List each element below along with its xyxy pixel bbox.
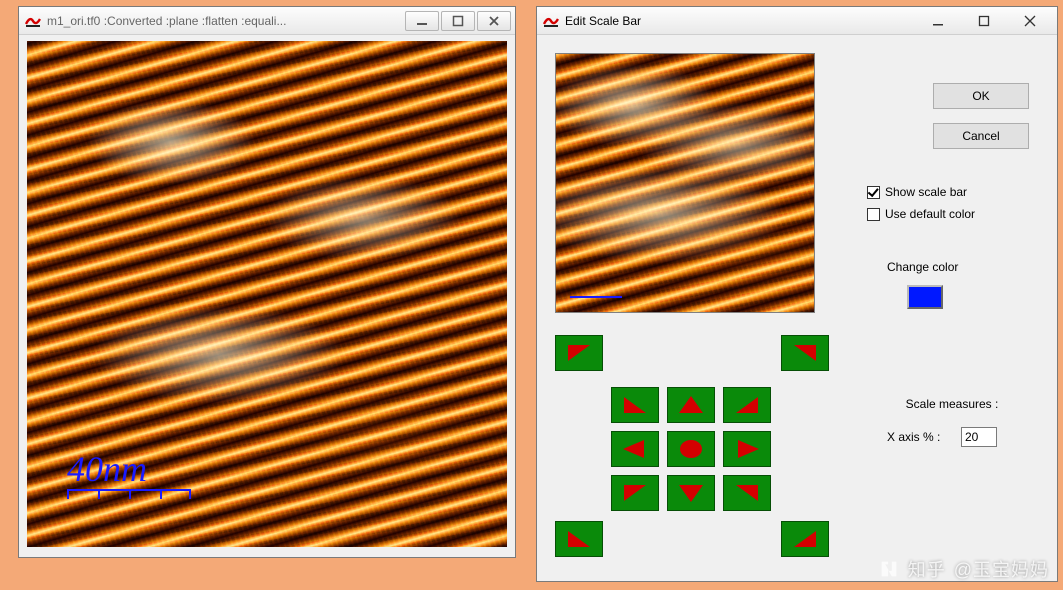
dialog-minimize-button[interactable] bbox=[915, 7, 961, 35]
nudge-down-button[interactable] bbox=[667, 475, 715, 511]
close-button[interactable] bbox=[477, 11, 511, 31]
preview-image bbox=[555, 53, 815, 313]
cancel-button[interactable]: Cancel bbox=[933, 123, 1029, 149]
ok-button[interactable]: OK bbox=[933, 83, 1029, 109]
show-scale-bar-label: Show scale bar bbox=[885, 185, 967, 199]
nudge-up-right-button[interactable] bbox=[723, 387, 771, 423]
scale-bar: 40nm bbox=[67, 451, 191, 501]
image-window: m1_ori.tf0 :Converted :plane :flatten :e… bbox=[18, 6, 516, 558]
scale-bar-label: 40nm bbox=[67, 451, 191, 487]
use-default-color-label: Use default color bbox=[885, 207, 975, 221]
nudge-left-button[interactable] bbox=[611, 431, 659, 467]
change-color-label: Change color bbox=[887, 260, 958, 274]
window-buttons bbox=[405, 11, 511, 31]
scale-measures-label: Scale measures : bbox=[867, 397, 1037, 411]
dialog-close-button[interactable] bbox=[1007, 7, 1053, 35]
watermark: 知乎 @玉宝妈妈 bbox=[878, 556, 1049, 582]
app-icon bbox=[25, 13, 41, 29]
position-pad bbox=[555, 335, 827, 567]
dialog-titlebar[interactable]: Edit Scale Bar bbox=[537, 7, 1057, 35]
x-axis-percent-label: X axis % : bbox=[887, 430, 940, 444]
maximize-button[interactable] bbox=[441, 11, 475, 31]
pos-bottom-right-button[interactable] bbox=[781, 521, 829, 557]
use-default-color-checkbox[interactable] bbox=[867, 208, 880, 221]
dialog-maximize-button[interactable] bbox=[961, 7, 1007, 35]
image-canvas: 40nm bbox=[27, 41, 507, 547]
dialog-title: Edit Scale Bar bbox=[565, 14, 641, 28]
image-window-titlebar[interactable]: m1_ori.tf0 :Converted :plane :flatten :e… bbox=[19, 7, 515, 35]
color-swatch-button[interactable] bbox=[907, 285, 943, 309]
nudge-down-left-button[interactable] bbox=[611, 475, 659, 511]
x-axis-percent-input[interactable] bbox=[961, 427, 997, 447]
nudge-up-button[interactable] bbox=[667, 387, 715, 423]
pos-bottom-left-button[interactable] bbox=[555, 521, 603, 557]
minimize-button[interactable] bbox=[405, 11, 439, 31]
nudge-up-left-button[interactable] bbox=[611, 387, 659, 423]
use-default-color-row[interactable]: Use default color bbox=[867, 207, 975, 221]
watermark-site: 知乎 bbox=[908, 556, 946, 582]
image-window-title: m1_ori.tf0 :Converted :plane :flatten :e… bbox=[47, 14, 286, 28]
nudge-down-right-button[interactable] bbox=[723, 475, 771, 511]
pos-top-right-button[interactable] bbox=[781, 335, 829, 371]
show-scale-bar-checkbox[interactable] bbox=[867, 186, 880, 199]
pos-center-button[interactable] bbox=[667, 431, 715, 467]
edit-scale-bar-dialog: Edit Scale Bar OK Cancel Show scale bar … bbox=[536, 6, 1058, 582]
scale-bar-line bbox=[67, 489, 191, 501]
watermark-author: @玉宝妈妈 bbox=[954, 556, 1049, 582]
nudge-right-button[interactable] bbox=[723, 431, 771, 467]
app-icon bbox=[543, 13, 559, 29]
pos-top-left-button[interactable] bbox=[555, 335, 603, 371]
show-scale-bar-row[interactable]: Show scale bar bbox=[867, 185, 967, 199]
preview-scale-bar bbox=[570, 296, 622, 298]
